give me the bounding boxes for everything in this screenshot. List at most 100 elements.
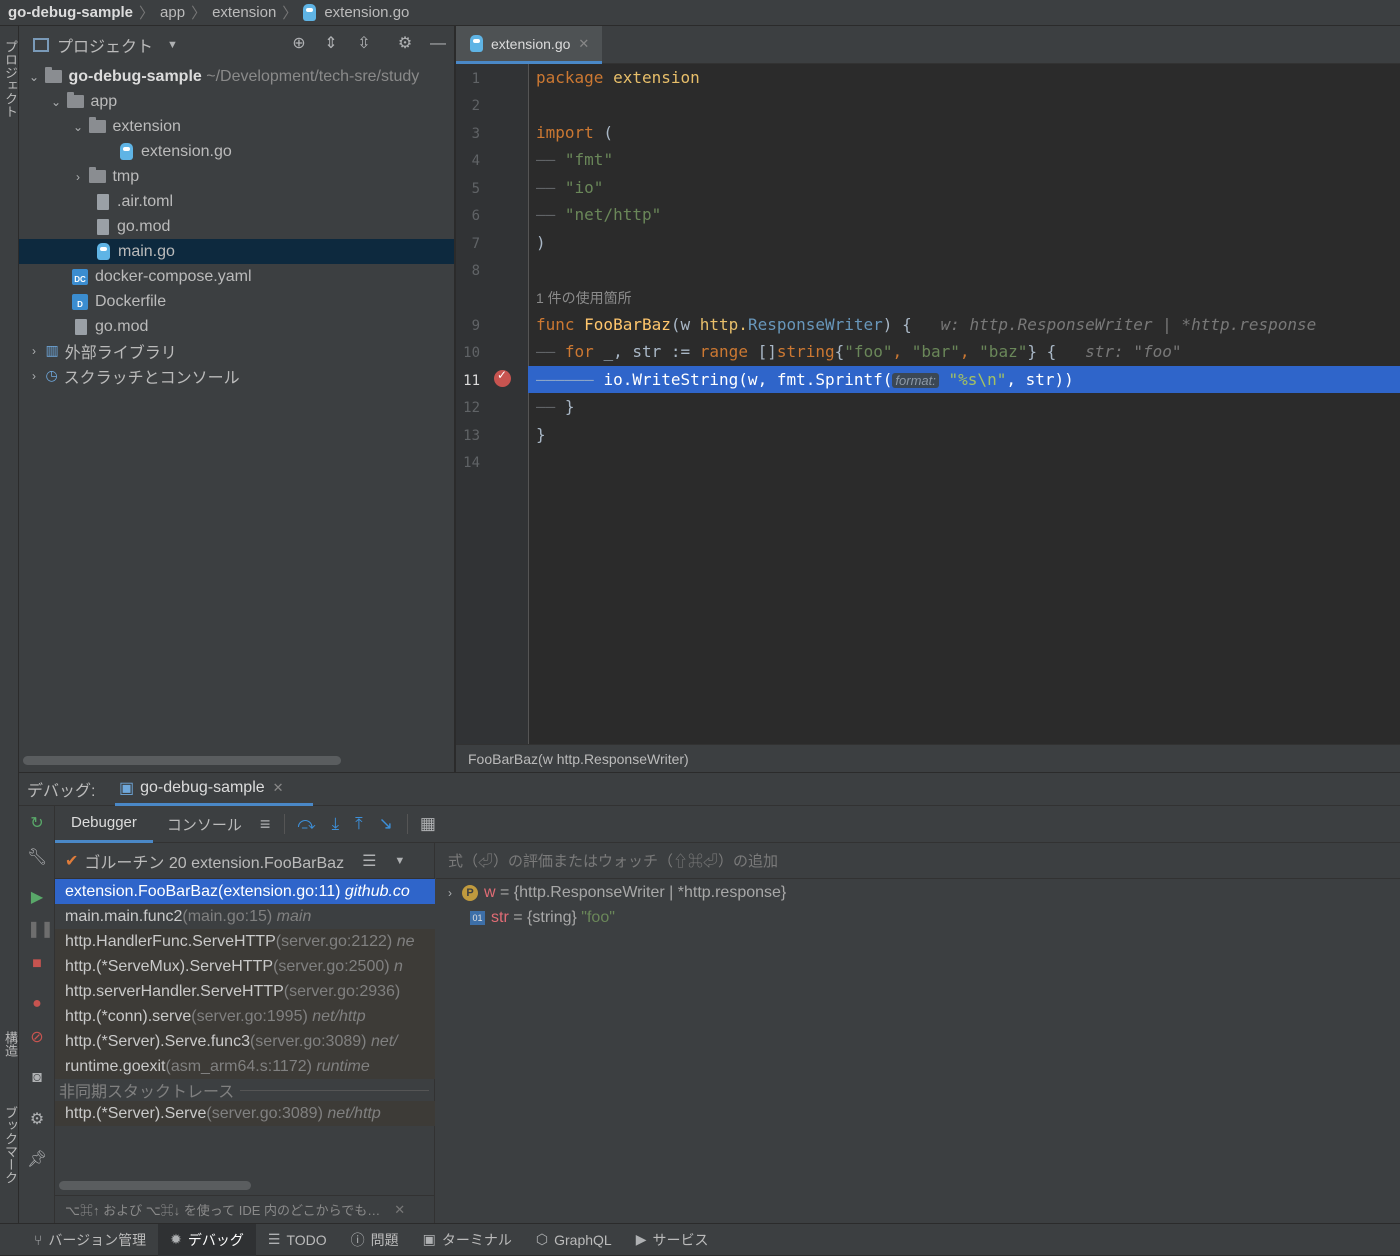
tree-item-root[interactable]: ⌄ go-debug-sample ~/Development/tech-sre… (19, 64, 454, 89)
frame-row[interactable]: http.HandlerFunc.ServeHTTP (server.go:21… (55, 929, 435, 954)
frame-location: (main.go:15) (182, 907, 273, 925)
frame-row-selected[interactable]: extension.FooBarBaz (extension.go:11) gi… (55, 879, 435, 904)
tree-item-go-mod[interactable]: go.mod (19, 214, 454, 239)
dropdown-icon[interactable]: ▼ (167, 39, 178, 51)
code-line-5[interactable]: —— "io" (536, 178, 603, 197)
chevron-right-icon[interactable]: › (448, 886, 452, 900)
pin-icon[interactable]: 📌︎ (27, 1150, 47, 1170)
rerun-icon[interactable]: ↻ (27, 814, 47, 834)
frame-row[interactable]: http.(*conn).serve (server.go:1995) net/… (55, 1004, 435, 1029)
stop-icon[interactable]: ■ (27, 954, 47, 974)
bookmarks-tool-tab[interactable]: ブックマーク (1, 1106, 20, 1184)
tree-item-external-libraries[interactable]: › ▥ 外部ライブラリ (19, 338, 454, 363)
breadcrumb-extension[interactable]: extension (212, 4, 276, 21)
tree-item-root-go-mod[interactable]: go.mod (19, 314, 454, 339)
view-breakpoints-icon[interactable]: ● (27, 994, 47, 1014)
line-gutter[interactable]: 1 2 3 4 5 6 7 8 9 10 11 12 13 14 (456, 64, 528, 744)
code-text: ) { (882, 315, 912, 334)
frame-row-async[interactable]: http.(*Server).Serve (server.go:3089) ne… (55, 1101, 435, 1126)
variable-row-str[interactable]: 01 str = {string} "foo" (470, 905, 615, 930)
tree-item-extension-go[interactable]: extension.go (19, 139, 454, 164)
code-line-10[interactable]: —— for _, str := range []string{"foo", "… (536, 342, 1181, 361)
code-line-6[interactable]: —— "net/http" (536, 205, 661, 224)
gear-icon[interactable]: ⚙ (395, 34, 415, 54)
code-line-13[interactable]: } (536, 425, 546, 444)
gear-icon[interactable]: ⚙ (27, 1110, 47, 1130)
frame-row[interactable]: http.(*Server).Serve.func3 (server.go:30… (55, 1029, 435, 1054)
step-over-icon[interactable]: ⤼ (297, 814, 315, 834)
tab-extension-go[interactable]: extension.go ✕ (456, 26, 602, 64)
watch-input[interactable]: 式（⏎）の評価またはウォッチ（⇧⌘⏎）の追加 (436, 843, 1400, 879)
project-tool-tab[interactable]: プロジェクト (1, 40, 20, 118)
tool-terminal[interactable]: ▣ ターミナル (411, 1224, 524, 1256)
tool-services[interactable]: ▶ サービス (624, 1224, 721, 1256)
tool-graphql[interactable]: ⬡ GraphQL (524, 1224, 624, 1256)
breakpoint-icon[interactable] (494, 368, 511, 387)
code-line-3[interactable]: import ( (536, 123, 613, 142)
code-breadcrumb[interactable]: FooBarBaz(w http.ResponseWriter) (456, 744, 1400, 772)
step-out-icon[interactable]: ⤒ (355, 814, 363, 834)
thread-selector[interactable]: ✔ ゴルーチン 20 extension.FooBarBaz ☰ ▼ (55, 843, 435, 879)
tool-label: TODO (286, 1231, 327, 1248)
usage-hint[interactable]: 1 件の使用箇所 (536, 288, 632, 308)
variable-row-w[interactable]: › P w = {http.ResponseWriter | *http.res… (448, 880, 786, 905)
evaluate-expression-icon[interactable]: ▦ (420, 814, 436, 834)
dropdown-icon[interactable]: ▼ (394, 855, 405, 867)
close-icon[interactable]: ✕ (578, 36, 589, 52)
tool-todo[interactable]: ☰ TODO (256, 1224, 339, 1256)
filter-icon[interactable]: ☰ (362, 851, 376, 871)
variable-name: w (484, 883, 496, 901)
locate-icon[interactable]: ⊕ (289, 34, 309, 54)
wrench-icon[interactable]: 🔧︎ (27, 848, 47, 868)
tool-problems[interactable]: ⓘ 問題 (339, 1224, 411, 1256)
structure-tool-tab[interactable]: 構造 (1, 1031, 20, 1057)
code-line-9[interactable]: func FooBarBaz(w http.ResponseWriter) { … (536, 315, 1316, 334)
horizontal-scrollbar[interactable] (23, 756, 341, 765)
tree-item-tmp[interactable]: › tmp (19, 164, 454, 189)
minimize-icon[interactable]: — (428, 34, 448, 54)
frame-location: (extension.go:11) (217, 882, 341, 900)
breadcrumb-app[interactable]: app (160, 4, 185, 21)
breadcrumb-file[interactable]: extension.go (324, 4, 409, 21)
tab-debugger[interactable]: Debugger (55, 806, 153, 843)
project-panel-title[interactable]: プロジェクト (57, 33, 153, 57)
menu-icon[interactable]: ≡ (260, 814, 271, 835)
expand-all-icon[interactable]: ⇕ (321, 34, 341, 54)
resume-icon[interactable]: ▶ (27, 888, 47, 908)
library-icon: ▥ (45, 342, 59, 358)
pause-icon[interactable]: ❚❚ (27, 920, 54, 940)
code-line-12[interactable]: —— } (536, 397, 575, 416)
tool-version-control[interactable]: ⑂ バージョン管理 (0, 1224, 158, 1256)
frame-row[interactable]: http.serverHandler.ServeHTTP (server.go:… (55, 979, 435, 1004)
code-line-7[interactable]: ) (536, 233, 546, 252)
tab-debug-session[interactable]: ▣ go-debug-sample ✕ (115, 773, 313, 806)
code-text: [] (747, 342, 777, 361)
breadcrumb-project[interactable]: go-debug-sample (8, 4, 133, 21)
line-number: 1 (471, 71, 480, 87)
collapse-all-icon[interactable]: ⇳ (354, 34, 374, 54)
tree-item-docker-compose[interactable]: DC docker-compose.yaml (19, 264, 454, 289)
tree-item-scratches[interactable]: › ◷ スクラッチとコンソール (19, 363, 454, 388)
tree-item-dockerfile[interactable]: D Dockerfile (19, 289, 454, 314)
frame-row[interactable]: runtime.goexit (asm_arm64.s:1172) runtim… (55, 1054, 435, 1079)
step-into-icon[interactable]: ⤓ (332, 814, 340, 834)
horizontal-scrollbar[interactable] (59, 1181, 251, 1190)
tree-item-app[interactable]: ⌄ app (19, 89, 454, 114)
tool-debug[interactable]: ✹ デバッグ (158, 1223, 256, 1256)
code-line-11[interactable]: —————— io.WriteString(w, fmt.Sprintf(for… (536, 370, 1074, 389)
code-line-1[interactable]: package extension (536, 68, 700, 87)
tree-item-air-toml[interactable]: .air.toml (19, 189, 454, 214)
tree-item-main-go[interactable]: main.go (19, 239, 454, 264)
camera-icon[interactable]: ◙ (27, 1068, 47, 1088)
code-line-4[interactable]: —— "fmt" (536, 150, 613, 169)
run-to-cursor-icon[interactable]: ↘ (379, 814, 393, 834)
frame-function: main.main.func2 (65, 907, 183, 925)
close-icon[interactable]: ✕ (273, 780, 284, 796)
mute-breakpoints-icon[interactable]: ⊘ (27, 1028, 47, 1048)
tree-item-extension[interactable]: ⌄ extension (19, 114, 454, 139)
frame-row[interactable]: http.(*ServeMux).ServeHTTP (server.go:25… (55, 954, 435, 979)
close-icon[interactable]: ✕ (394, 1202, 405, 1218)
check-icon: ✔ (65, 852, 79, 870)
frame-row[interactable]: main.main.func2 (main.go:15) main (55, 904, 435, 929)
tab-console[interactable]: コンソール (153, 806, 256, 843)
